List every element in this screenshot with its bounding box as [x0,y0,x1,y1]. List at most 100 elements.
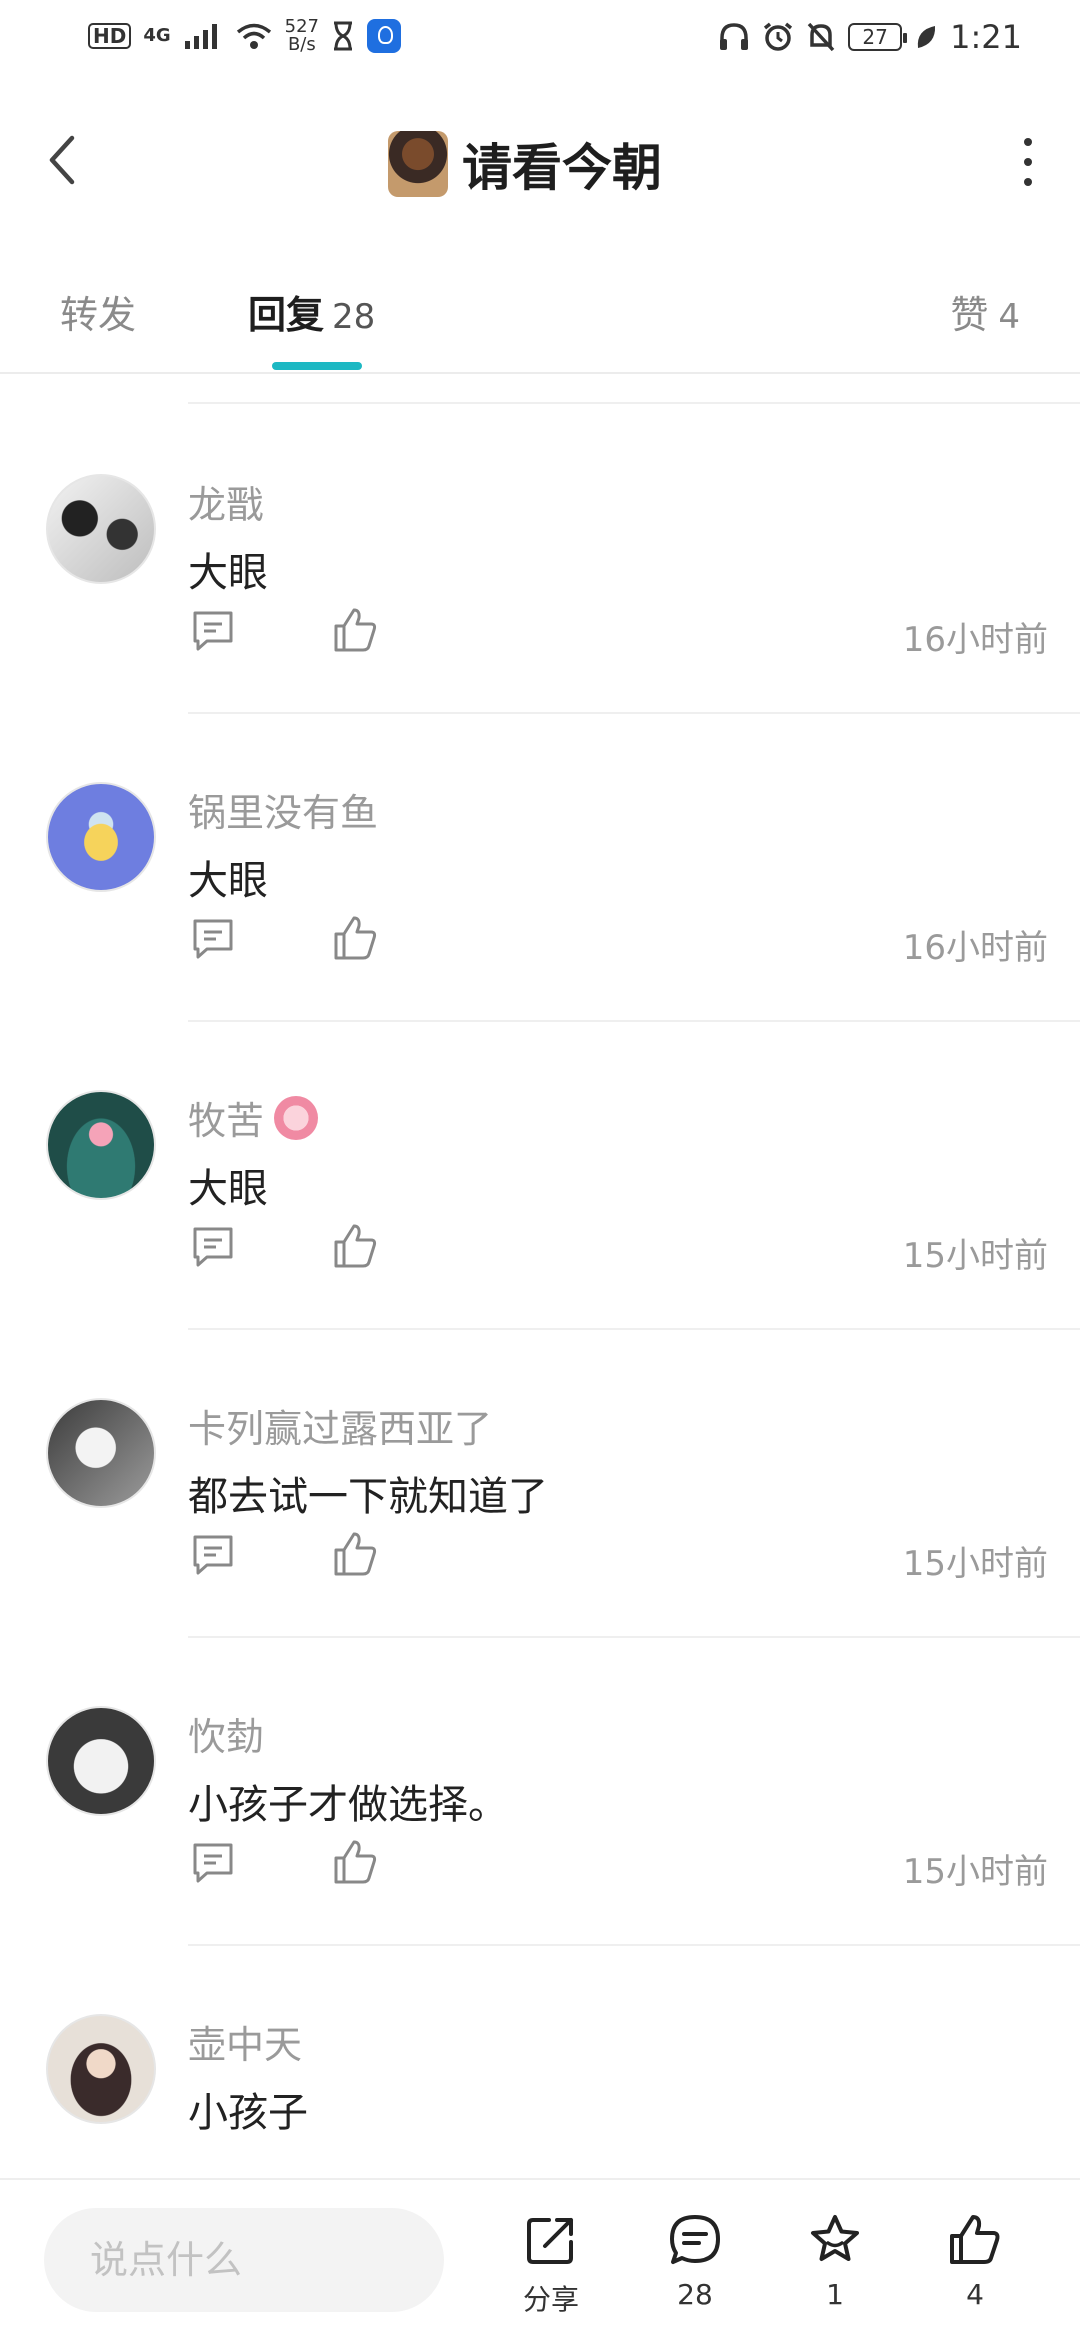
comment-username[interactable]: 卡列赢过露西亚了 [188,1398,492,1453]
comment-actions: 16小时前 [188,604,1048,664]
back-button[interactable] [42,128,82,192]
thumbs-up-icon[interactable] [332,1530,378,1578]
like-button[interactable]: 4 [930,2212,1020,2332]
comment-actions: 16小时前 [188,912,1048,972]
fire-badge-icon [274,1095,319,1140]
like-count: 4 [966,2278,984,2311]
comment-item[interactable]: 锅里没有鱼 大眼 16小时前 [0,762,1080,1070]
comment-time: 15小时前 [902,1852,1048,1892]
favorite-button[interactable]: 1 [790,2212,880,2332]
comment-input[interactable] [44,2208,444,2312]
tab-repost-label: 转发 [60,293,137,337]
speed-unit: B/s [287,34,316,55]
reply-icon[interactable] [190,1532,236,1578]
share-button[interactable]: 分享 [506,2212,596,2332]
headphones-icon [720,23,749,50]
comment-text: 小孩子 [188,2090,308,2136]
title-wrap: 请看今朝 [388,128,662,200]
comment-username[interactable]: 锅里没有鱼 [188,782,378,837]
comment-text: 小孩子才做选择。 [188,1782,508,1828]
thumbs-up-icon[interactable] [332,606,378,654]
divider [188,402,1080,404]
avatar[interactable] [46,1090,156,1200]
thumbs-up-icon[interactable] [332,914,378,962]
avatar[interactable] [46,1706,156,1816]
wifi-icon [236,23,271,49]
reply-icon[interactable] [190,1224,236,1270]
network-speed: 527 B/s [285,18,319,54]
active-tab-indicator [272,362,362,370]
username-text: 牧苦 [188,1099,265,1143]
divider [188,1020,1080,1022]
favorite-count: 1 [826,2278,844,2311]
hd-indicator: HD [88,23,132,49]
avatar[interactable] [46,2014,156,2124]
comment-item[interactable]: 忺勎 小孩子才做选择。 15小时前 [0,1686,1080,1994]
tab-repost[interactable]: 转发 [60,284,136,339]
share-icon [527,2218,573,2264]
hourglass-icon [334,21,353,51]
reply-icon[interactable] [190,608,236,654]
comment-item[interactable]: 牧苦 大眼 15小时前 [0,1070,1080,1378]
tab-likes[interactable]: 赞4 [950,284,1020,339]
comment-time: 16小时前 [902,620,1048,660]
header: 请看今朝 [0,80,1080,250]
more-options-button[interactable] [1018,138,1038,186]
share-label: 分享 [522,2283,579,2316]
comment-text: 大眼 [188,858,268,904]
divider [188,1328,1080,1330]
comment-actions: 15小时前 [188,1528,1048,1588]
bottom-action-bar: 分享 28 1 4 [0,2178,1080,2340]
username-text: 龙戬 [188,483,265,527]
avatar[interactable] [46,474,156,584]
mute-bell-icon [807,22,835,52]
lightbulb-app-icon [367,19,402,53]
comment-text: 大眼 [188,1166,268,1212]
tab-reply-label: 回复 [248,293,325,337]
username-text: 卡列赢过露西亚了 [188,1407,493,1451]
thumbs-up-icon[interactable] [332,1222,378,1270]
username-text: 壶中天 [188,2023,303,2067]
tab-likes-label: 赞 [950,293,989,337]
more-dot-icon [1024,158,1032,166]
clock: 1:21 [950,18,1022,56]
divider [188,1944,1080,1946]
reply-icon[interactable] [190,1840,236,1886]
status-right: 27 1:21 [718,18,1022,56]
chevron-left-icon [49,135,75,185]
thumbs-up-icon [950,2215,1000,2264]
battery-icon: 27 [848,23,908,51]
avatar[interactable] [46,782,156,892]
comment-item[interactable]: 龙戬 大眼 16小时前 [0,454,1080,762]
page-title: 请看今朝 [462,139,662,197]
comment-username[interactable]: 龙戬 [188,474,264,529]
status-bar: HD 4G 527 B/s 27 1:21 [0,0,1080,80]
status-left: HD 4G 527 B/s [88,18,402,54]
comment-text: 都去试一下就知道了 [188,1474,548,1520]
thumbs-up-icon[interactable] [332,1838,378,1886]
comment-actions: 15小时前 [188,1220,1048,1280]
tab-reply[interactable]: 回复 28 [248,284,375,339]
username-text: 忺勎 [188,1715,265,1759]
divider [188,1636,1080,1638]
comment-item[interactable]: 卡列赢过露西亚了 都去试一下就知道了 15小时前 [0,1378,1080,1686]
comment-actions: 15小时前 [188,1836,1048,1896]
tab-reply-count: 28 [332,297,376,337]
comment-time: 16小时前 [902,928,1048,968]
alarm-icon [764,22,793,51]
tab-likes-count: 4 [998,297,1020,337]
leaf-icon [917,26,936,48]
more-dot-icon [1024,178,1032,186]
author-avatar[interactable] [388,131,448,197]
comment-username[interactable]: 忺勎 [188,1706,264,1761]
avatar[interactable] [46,1398,156,1508]
comment-username[interactable]: 牧苦 [188,1090,319,1145]
signal-icon [184,24,217,49]
comment-text: 大眼 [188,550,268,596]
comment-username[interactable]: 壶中天 [188,2014,302,2069]
comment-button[interactable]: 28 [650,2212,740,2332]
reply-icon[interactable] [190,916,236,962]
more-dot-icon [1024,138,1032,146]
star-icon [811,2215,859,2261]
network-type: 4G [143,25,171,46]
